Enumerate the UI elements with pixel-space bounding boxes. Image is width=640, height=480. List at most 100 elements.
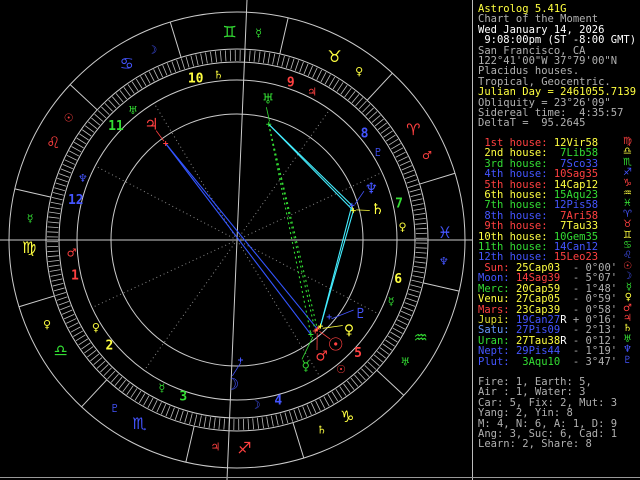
degree-tick bbox=[275, 414, 279, 426]
degree-tick bbox=[272, 53, 276, 65]
degree-tick bbox=[54, 187, 66, 192]
degree-tick bbox=[397, 319, 408, 326]
wheel-sign-ruler-icon: ♀ bbox=[355, 65, 363, 78]
degree-tick bbox=[97, 110, 107, 119]
house-ruler-icon: ☿ bbox=[159, 382, 166, 395]
sign-boundary bbox=[366, 72, 393, 101]
degree-tick bbox=[48, 259, 60, 263]
degree-tick bbox=[218, 418, 221, 430]
degree-tick bbox=[114, 376, 123, 386]
degree-tick bbox=[157, 66, 164, 78]
degree-tick bbox=[51, 278, 63, 282]
degree-tick bbox=[110, 373, 119, 383]
wheel-planet-Neptune-icon: ♆ bbox=[365, 179, 378, 197]
zodiac-sign-icon: ♓ bbox=[623, 198, 632, 210]
degree-tick bbox=[103, 367, 112, 376]
wheel-sign-gemini-icon: ♊ bbox=[222, 23, 236, 42]
degree-tick bbox=[306, 404, 312, 416]
wheel-sign-ruler-icon: ☉ bbox=[64, 111, 74, 124]
degree-tick bbox=[195, 54, 199, 66]
degree-tick bbox=[90, 353, 100, 362]
house-number-6: 6 bbox=[394, 272, 402, 287]
degree-tick bbox=[185, 56, 190, 68]
degree-tick bbox=[123, 87, 131, 97]
degree-tick bbox=[253, 50, 256, 62]
degree-tick bbox=[55, 182, 67, 187]
degree-tick bbox=[344, 87, 352, 98]
degree-tick bbox=[350, 377, 359, 387]
degree-tick bbox=[364, 365, 373, 374]
degree-tick bbox=[371, 114, 381, 123]
degree-tick bbox=[410, 193, 422, 197]
degree-tick bbox=[47, 221, 59, 224]
house-ruler-icon: ♂ bbox=[67, 247, 77, 260]
degree-tick bbox=[91, 117, 101, 126]
degree-tick bbox=[390, 331, 401, 339]
degree-tick bbox=[293, 409, 298, 421]
degree-tick bbox=[84, 346, 94, 354]
degree-tick bbox=[47, 250, 59, 253]
aspect-Venus-Neptune bbox=[320, 205, 353, 327]
degree-tick bbox=[101, 106, 110, 115]
degree-tick bbox=[57, 177, 68, 183]
degree-tick bbox=[94, 113, 104, 122]
planet-row-♇: Plut: 3Aqu10 - 3°47' ♇ bbox=[478, 355, 639, 368]
degree-tick bbox=[307, 65, 314, 76]
house-ruler-icon: ☽ bbox=[251, 398, 261, 411]
degree-tick bbox=[354, 374, 363, 384]
aspect-Jupiter-Mercury bbox=[165, 143, 312, 335]
wheel-sign-ruler-icon: ♄ bbox=[317, 423, 327, 436]
degree-tick bbox=[48, 264, 60, 267]
degree-tick bbox=[205, 52, 208, 64]
degree-tick bbox=[379, 347, 390, 355]
degree-tick bbox=[135, 78, 143, 89]
house-number-5: 5 bbox=[354, 346, 362, 361]
sign-boundary bbox=[279, 17, 289, 54]
degree-tick bbox=[405, 174, 416, 180]
house-number-7: 7 bbox=[395, 197, 403, 212]
house-number-2: 2 bbox=[106, 339, 114, 354]
degree-tick bbox=[413, 208, 425, 211]
degree-tick bbox=[414, 213, 426, 216]
degree-tick bbox=[290, 58, 295, 70]
degree-tick bbox=[385, 134, 396, 142]
degree-tick bbox=[96, 360, 106, 369]
degree-tick bbox=[328, 76, 336, 87]
sign-boundary bbox=[419, 172, 456, 185]
planet-label: Plut: bbox=[478, 355, 516, 368]
degree-tick bbox=[370, 358, 380, 367]
degree-tick bbox=[395, 151, 406, 158]
degree-tick bbox=[179, 410, 184, 422]
degree-tick bbox=[118, 379, 126, 390]
degree-tick bbox=[346, 380, 355, 390]
degree-tick bbox=[408, 183, 419, 188]
wheel-sign-ruler-icon: ♃ bbox=[210, 440, 220, 453]
degree-tick bbox=[377, 122, 387, 131]
planet-position-mark-Pluto bbox=[326, 314, 332, 320]
degree-tick bbox=[289, 411, 294, 422]
degree-tick bbox=[258, 51, 261, 63]
degree-tick bbox=[320, 72, 327, 83]
zodiac-sign-icon: ♉ bbox=[623, 219, 632, 231]
wheel-planet-Sun-icon: ☉ bbox=[328, 334, 344, 355]
house-ruler-icon: ♀ bbox=[398, 220, 406, 233]
wheel-sign-ruler-icon: ♇ bbox=[110, 402, 120, 415]
degree-tick bbox=[47, 226, 59, 229]
house-ruler-icon: ☿ bbox=[388, 295, 395, 308]
degree-tick bbox=[343, 383, 351, 393]
house-number-4: 4 bbox=[274, 393, 282, 408]
degree-tick bbox=[51, 196, 63, 201]
degree-tick bbox=[190, 55, 194, 67]
degree-tick bbox=[267, 52, 271, 64]
degree-tick bbox=[49, 211, 61, 215]
degree-tick bbox=[126, 385, 134, 395]
degree-tick bbox=[406, 179, 418, 184]
planet-velocity: - 3°47' bbox=[566, 355, 618, 368]
degree-tick bbox=[127, 84, 135, 94]
degree-tick bbox=[203, 416, 207, 428]
planet-position-list: Sun: 25Cap03 - 0°00' ☉ Moon: 14Sag39 - 5°0… bbox=[478, 262, 639, 368]
degree-tick bbox=[148, 71, 155, 82]
sign-boundary bbox=[14, 188, 51, 198]
degree-tick bbox=[368, 111, 378, 120]
house-cusp-line bbox=[153, 102, 238, 241]
